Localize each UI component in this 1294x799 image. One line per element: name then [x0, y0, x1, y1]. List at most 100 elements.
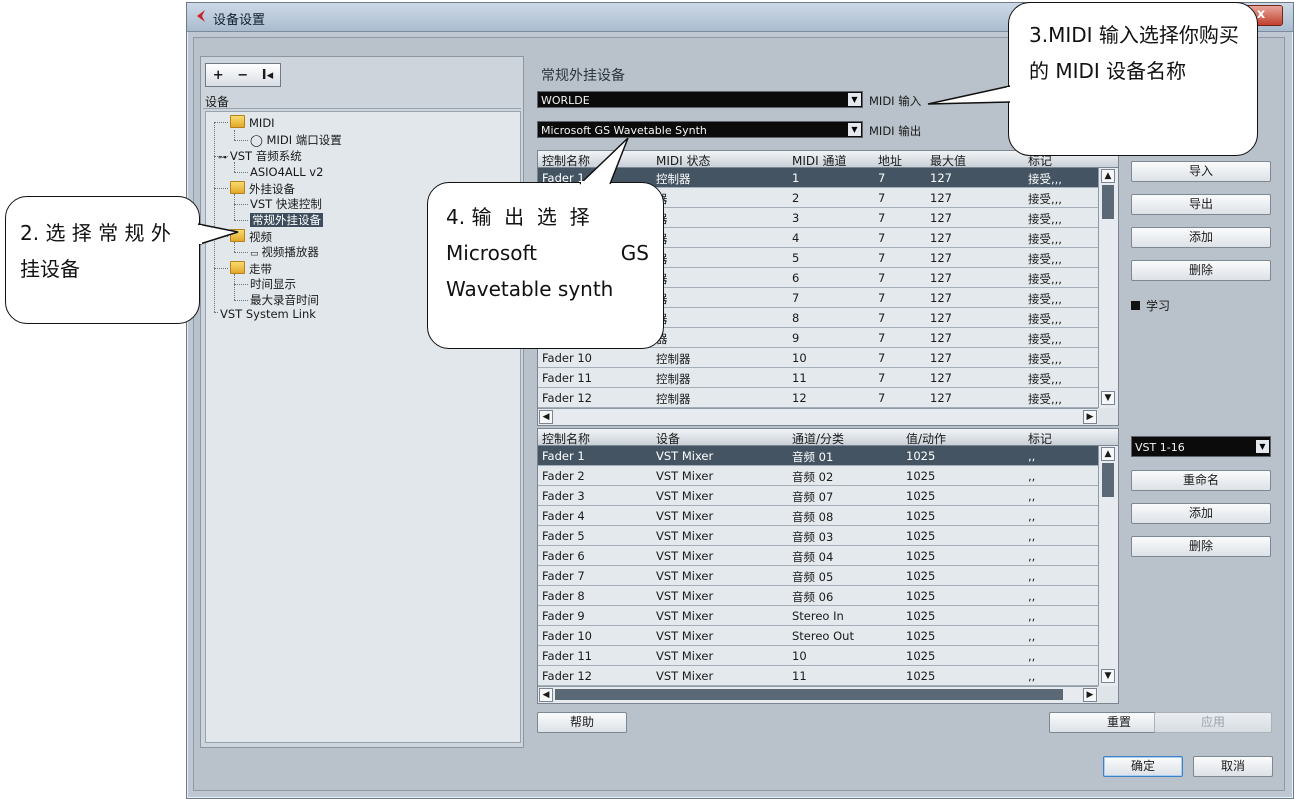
- table-cell: Fader 11: [542, 371, 592, 385]
- scroll-up-icon[interactable]: ▲: [1101, 169, 1115, 183]
- import-button[interactable]: 导入: [1131, 161, 1271, 182]
- table-cell: 控制器: [656, 352, 691, 366]
- tree-node-ext-devices[interactable]: 外挂设备: [230, 181, 295, 196]
- table-row[interactable]: Fader 6 VST Mixer 音频 04 1025,,: [538, 546, 1098, 566]
- scroll-thumb[interactable]: [555, 689, 1063, 700]
- table-cell: ,,: [1028, 489, 1036, 503]
- tree-node-system-link[interactable]: VST System Link: [220, 307, 316, 321]
- tree-node-asio[interactable]: ASIO4ALL v2: [250, 165, 323, 179]
- table-cell: 127: [930, 371, 952, 385]
- vertical-scrollbar[interactable]: ▲ ▼: [1098, 446, 1118, 686]
- table-row[interactable]: Fader 9 VST Mixer Stereo In 1025,,: [538, 606, 1098, 626]
- column-header[interactable]: 控制名称: [542, 430, 590, 447]
- reset-device-button[interactable]: I◂: [262, 68, 273, 83]
- table-row[interactable]: Fader 8 VST Mixer 音频 06 1025,,: [538, 586, 1098, 606]
- scroll-right-icon[interactable]: ▶: [1083, 410, 1097, 424]
- horizontal-scrollbar[interactable]: ◀ ▶: [538, 686, 1098, 703]
- delete-control-button[interactable]: 删除: [1131, 260, 1271, 281]
- scroll-down-icon[interactable]: ▼: [1101, 391, 1115, 405]
- table-cell: 接受,,,: [1028, 352, 1062, 366]
- column-header[interactable]: 设备: [656, 430, 680, 447]
- table-row[interactable]: Fader 12 控制器 12 7 127 接受,,,: [538, 388, 1098, 408]
- tree-node-time-display[interactable]: 时间显示: [250, 277, 296, 291]
- column-header[interactable]: 通道/分类: [792, 430, 844, 447]
- delete-assignment-button[interactable]: 删除: [1131, 536, 1271, 557]
- table-row[interactable]: Fader 4 VST Mixer 音频 08 1025,,: [538, 506, 1098, 526]
- scroll-thumb[interactable]: [1102, 463, 1114, 497]
- ok-button[interactable]: 确定: [1103, 756, 1183, 777]
- table-row[interactable]: Fader 10 控制器 10 7 127 接受,,,: [538, 348, 1098, 368]
- scroll-left-icon[interactable]: ◀: [539, 410, 553, 424]
- table-row[interactable]: Fader 1 VST Mixer 音频 01 1025,,: [538, 446, 1098, 466]
- export-button[interactable]: 导出: [1131, 194, 1271, 215]
- annotation-step-4-line-2: Microsoft GS: [446, 235, 649, 271]
- horizontal-scrollbar[interactable]: ◀ ▶: [538, 408, 1098, 425]
- table-cell: 10: [792, 649, 807, 663]
- table-row[interactable]: Fader 3 VST Mixer 音频 07 1025,,: [538, 486, 1098, 506]
- add-device-button[interactable]: +: [213, 68, 224, 83]
- bank-select[interactable]: VST 1-16 ▼: [1131, 436, 1271, 457]
- table-cell: Fader 12: [542, 391, 592, 405]
- tree-node-max-record-time[interactable]: 最大录音时间: [250, 293, 319, 307]
- annotation-step-2-pointer: [197, 223, 239, 245]
- folder-icon: [230, 261, 245, 274]
- column-header[interactable]: 最大值: [930, 152, 966, 169]
- tree-node-video-player[interactable]: ▭ 视频播放器: [250, 245, 319, 261]
- table-cell: 音频 05: [792, 570, 834, 584]
- rename-button[interactable]: 重命名: [1131, 470, 1271, 491]
- table-header: 控制名称 设备 通道/分类 值/动作 标记: [538, 429, 1118, 446]
- table-row[interactable]: Fader 11 控制器 11 7 127 接受,,,: [538, 368, 1098, 388]
- scroll-up-icon[interactable]: ▲: [1101, 447, 1115, 461]
- table-row[interactable]: Fader 7 VST Mixer 音频 05 1025,,: [538, 566, 1098, 586]
- remove-device-button[interactable]: −: [237, 68, 248, 83]
- vertical-scrollbar[interactable]: ▲ ▼: [1098, 168, 1118, 408]
- table-cell: ,,: [1028, 529, 1036, 543]
- table-row[interactable]: Fader 12 VST Mixer 11 1025,,: [538, 666, 1098, 686]
- table-cell: 控制器: [656, 172, 691, 186]
- scroll-down-icon[interactable]: ▼: [1101, 669, 1115, 683]
- tree-header: 设备: [203, 93, 521, 109]
- table-cell: 127: [930, 391, 952, 405]
- tree-node-vst-quick-control[interactable]: VST 快速控制: [250, 197, 322, 211]
- add-assignment-button[interactable]: 添加: [1131, 503, 1271, 524]
- tree-node-generic-remote[interactable]: 常规外挂设备: [250, 213, 323, 227]
- table-cell: 7: [878, 291, 886, 305]
- dropdown-arrow-icon: ▼: [848, 93, 861, 106]
- folder-icon: [230, 181, 245, 194]
- column-header[interactable]: MIDI 通道: [792, 152, 847, 169]
- learn-toggle[interactable]: 学习: [1131, 297, 1170, 314]
- table-row[interactable]: Fader 10 VST Mixer Stereo Out 1025,,: [538, 626, 1098, 646]
- table-cell: 8: [792, 311, 800, 325]
- annotation-step-4-line-3: Wavetable synth: [446, 277, 614, 301]
- table-row[interactable]: Fader 11 VST Mixer 10 1025,,: [538, 646, 1098, 666]
- table-cell: ,,: [1028, 589, 1036, 603]
- table-cell: 7: [878, 351, 886, 365]
- column-header[interactable]: 地址: [878, 152, 902, 169]
- table-row[interactable]: Fader 5 VST Mixer 音频 03 1025,,: [538, 526, 1098, 546]
- tree-node-midi[interactable]: MIDI: [230, 115, 275, 130]
- scroll-left-icon[interactable]: ◀: [539, 688, 553, 702]
- table-cell: 7: [878, 251, 886, 265]
- table-cell: Fader 10: [542, 629, 592, 643]
- add-control-button[interactable]: 添加: [1131, 227, 1271, 248]
- tree-node-midi-port[interactable]: ◯ MIDI 端口设置: [250, 133, 342, 147]
- table-row[interactable]: Fader 2 VST Mixer 音频 02 1025,,: [538, 466, 1098, 486]
- apply-button[interactable]: 应用: [1154, 712, 1272, 733]
- scroll-thumb[interactable]: [1102, 185, 1114, 219]
- cancel-button[interactable]: 取消: [1193, 756, 1273, 777]
- column-header[interactable]: 值/动作: [906, 430, 946, 447]
- table-cell: 127: [930, 311, 952, 325]
- help-button[interactable]: 帮助: [537, 712, 627, 733]
- scroll-right-icon[interactable]: ▶: [1083, 688, 1097, 702]
- column-header[interactable]: 标记: [1028, 430, 1052, 447]
- table-cell: ,,: [1028, 629, 1036, 643]
- midi-input-select[interactable]: WORLDE ▼: [537, 91, 863, 108]
- table-cell: 接受,,,: [1028, 392, 1062, 406]
- window-title: 设备设置: [213, 13, 266, 28]
- column-header[interactable]: MIDI 状态: [656, 152, 711, 169]
- tree-node-transport[interactable]: 走带: [230, 261, 272, 276]
- learn-checkbox[interactable]: [1131, 301, 1140, 310]
- table-cell: VST Mixer: [656, 569, 714, 583]
- tree-node-vst-audio[interactable]: ⊶ VST 音频系统: [218, 149, 302, 165]
- table-cell: Stereo Out: [792, 629, 854, 643]
